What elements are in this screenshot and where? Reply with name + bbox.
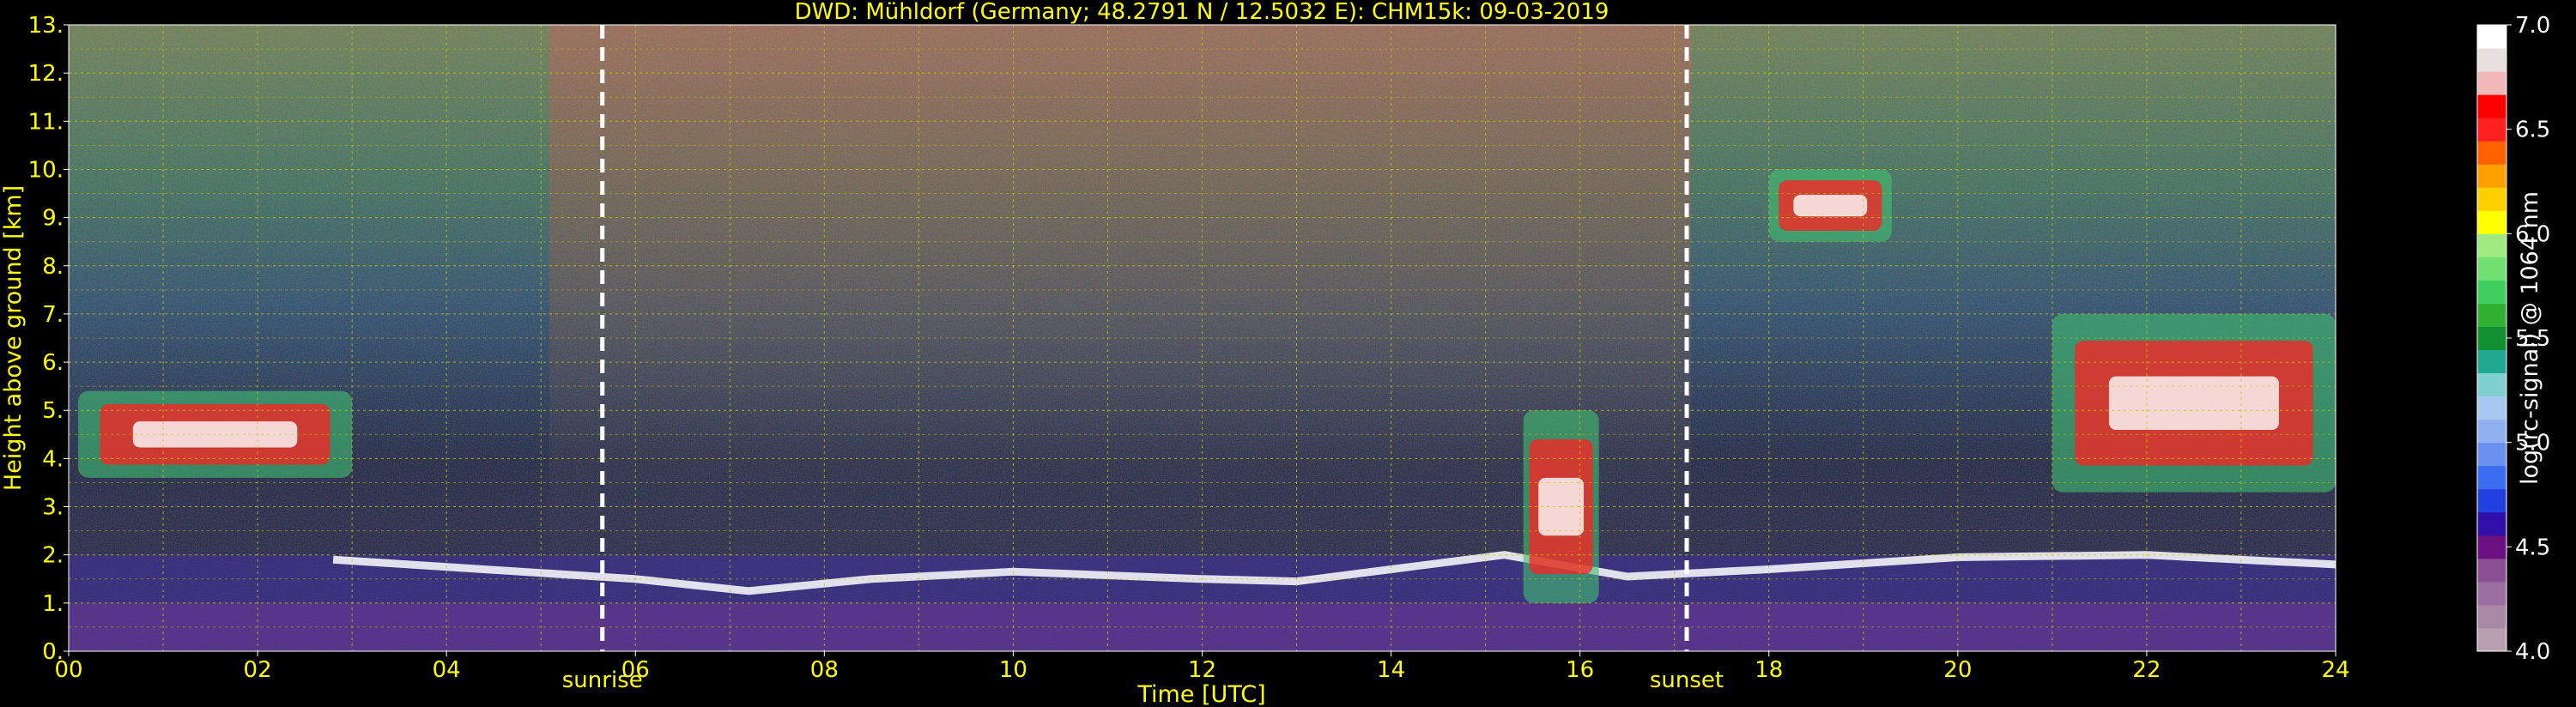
y-axis-label: Height above ground [km]	[0, 185, 27, 491]
y-axis-ticks: 0. 1. 2. 3. 4. 5. 6. 7. 8. 9. 10. 11. 12. 13.	[28, 13, 69, 665]
colorbar-segment	[2477, 94, 2506, 118]
colorbar-tick-label: 7.0	[2515, 13, 2550, 39]
colorbar-segment	[2477, 280, 2506, 304]
y-tick-label: 11.	[28, 109, 64, 135]
colorbar-segment	[2477, 372, 2506, 397]
x-tick-label: 08	[810, 657, 839, 683]
feature-cloud_layer_night	[2052, 313, 2336, 492]
y-tick-label: 7.	[42, 302, 64, 328]
feature-peak	[2108, 376, 2279, 430]
colorbar-segment	[2477, 25, 2506, 49]
colorbar-segment	[2477, 257, 2506, 281]
colorbar-segment	[2477, 442, 2506, 467]
annotation-label-sunset: sunset	[1650, 668, 1724, 693]
colorbar-segment	[2477, 326, 2506, 351]
ceilometer-chart: 00 02 04 06 08 10 12 14 16 18 20 22 24 0.1.2.3.4.5.6…	[0, 0, 2550, 707]
x-axis-label: Time [UTC]	[1136, 681, 1265, 707]
y-tick-label: 6.	[42, 350, 64, 376]
feature-cloud_layer_evening_high	[1768, 169, 1892, 242]
colorbar-tick-label: 6.5	[2515, 118, 2550, 143]
feature-peak	[1793, 194, 1868, 217]
colorbar-segment	[2477, 71, 2506, 95]
colorbar-segment	[2477, 558, 2506, 583]
chart-title: DWD: Mühldorf (Germany; 48.2791 N / 12.5…	[795, 0, 1609, 25]
colorbar-segment	[2477, 303, 2506, 327]
x-tick-label: 04	[433, 657, 461, 683]
colorbar-segment	[2477, 535, 2506, 559]
x-tick-label: 18	[1755, 657, 1783, 683]
annotation-label-sunrise: sunrise	[562, 668, 643, 693]
colorbar-label: log(rc-signal) @ 1064 nm	[2517, 191, 2543, 485]
y-tick-label: 1.	[42, 591, 64, 617]
x-tick-label: 10	[999, 657, 1027, 683]
colorbar-segment	[2477, 48, 2506, 72]
colorbar-tick-label: 4.5	[2515, 535, 2550, 560]
colorbar-segment	[2477, 419, 2506, 444]
colorbar-segment	[2477, 141, 2506, 165]
colorbar-segment	[2477, 488, 2506, 513]
y-tick-label: 5.	[42, 398, 64, 424]
x-tick-label: 12	[1188, 657, 1216, 683]
colorbar-segment	[2477, 581, 2506, 606]
colorbar-segment	[2477, 349, 2506, 374]
colorbar-segment	[2477, 164, 2506, 188]
x-tick-label: 16	[1566, 657, 1594, 683]
colorbar-segment	[2477, 118, 2506, 142]
colorbar-segment	[2477, 604, 2506, 629]
colorbar-tick-label: 4.0	[2515, 639, 2550, 665]
colorbar-segment	[2477, 465, 2506, 490]
x-tick-label: 14	[1377, 657, 1405, 683]
y-tick-label: 2.	[42, 543, 64, 569]
colorbar-segment	[2477, 511, 2506, 536]
y-tick-label: 10.	[28, 157, 64, 183]
x-tick-label: 22	[2132, 657, 2161, 683]
colorbar-segment	[2477, 210, 2506, 234]
x-tick-label: 24	[2321, 657, 2349, 683]
colorbar-segment	[2477, 233, 2506, 257]
y-tick-label: 3.	[42, 495, 64, 521]
y-tick-label: 4.	[42, 446, 64, 472]
colorbar-segment	[2477, 187, 2506, 211]
y-tick-label: 12.	[28, 61, 64, 87]
colorbar-segment	[2477, 627, 2506, 652]
y-tick-label: 9.	[42, 206, 64, 232]
x-tick-label: 20	[1943, 657, 1972, 683]
x-axis-ticks: 00 02 04 06 08 10 12 14 16 18 20 22 24	[54, 651, 2350, 683]
x-tick-label: 02	[244, 657, 272, 683]
colorbar-segment	[2477, 396, 2506, 420]
y-tick-label: 8.	[42, 254, 64, 280]
y-tick-label: 0.	[42, 639, 64, 665]
y-tick-label: 13.	[28, 13, 64, 39]
